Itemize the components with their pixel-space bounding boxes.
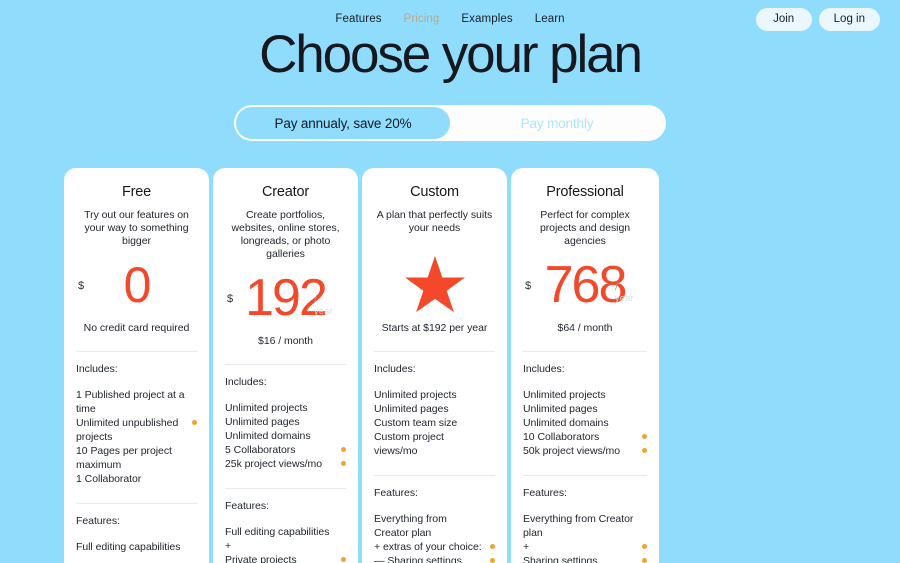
pricing-card-professional[interactable]: Professional Perfect for complex projects… — [511, 168, 659, 563]
price-amount: 0 — [123, 257, 152, 313]
plan-price: $192/year — [225, 267, 346, 329]
includes-label: Includes: — [374, 363, 416, 375]
plan-description: A plan that perfectly suits your needs — [376, 209, 493, 234]
includes-item: Unlimited projects — [374, 389, 457, 401]
plan-name: Free — [121, 184, 151, 200]
features-divider — [76, 503, 197, 504]
card-divider — [374, 351, 495, 352]
page-title: Choose your plan — [259, 25, 643, 84]
highlight-dot-icon — [341, 447, 346, 452]
toggle-option-annual[interactable]: Pay annualy, save 20% — [236, 107, 450, 139]
price-currency: $ — [227, 293, 234, 305]
plan-name: Professional — [546, 184, 624, 200]
features-item: + — [523, 540, 647, 554]
star-icon — [374, 254, 495, 316]
features-list: Everything from Creator plan + Sharing set… — [523, 512, 647, 563]
pricing-card-custom[interactable]: Custom A plan that perfectly suits your n… — [362, 168, 507, 563]
highlight-dot-icon — [192, 420, 197, 425]
plan-sub-price: Starts at $192 per year — [381, 322, 488, 334]
features-list: Everything from Creator plan + extras of … — [374, 512, 495, 563]
price-period-unit: year — [615, 293, 635, 303]
includes-list: 1 Published project at a time Unlimited u… — [76, 388, 197, 486]
plan-description: Try out our features on your way to some… — [84, 209, 189, 247]
features-divider — [225, 488, 346, 489]
plan-name: Custom — [410, 184, 459, 200]
price-period: / year — [615, 282, 641, 304]
features-list: Full editing capabilities + Private projec… — [225, 525, 346, 563]
highlight-dot-icon — [642, 544, 647, 549]
plan-price: $0 — [76, 254, 197, 316]
features-item: Private projects — [225, 553, 346, 563]
includes-label: Includes: — [523, 363, 565, 375]
features-label: Features: — [374, 487, 418, 499]
features-label: Features: — [225, 500, 269, 512]
pricing-card-free[interactable]: Free Try out our features on your way to … — [64, 168, 209, 563]
includes-item: 1 Collaborator — [76, 473, 142, 485]
includes-item: Unlimited pages — [523, 403, 598, 415]
plan-description: Perfect for complex projects and design … — [539, 209, 631, 247]
includes-item: 50k project views/mo — [523, 444, 647, 458]
features-item: Full editing capabilities — [76, 541, 181, 553]
includes-item: 1 Published project at a time — [76, 389, 185, 415]
features-item: Sharing settings — [523, 554, 647, 563]
includes-item: 10 Collaborators — [523, 430, 647, 444]
highlight-dot-icon — [490, 558, 495, 563]
features-label: Features: — [523, 487, 567, 499]
highlight-dot-icon — [341, 461, 346, 466]
card-divider — [225, 364, 346, 365]
includes-item: Unlimited pages — [225, 416, 300, 428]
pricing-card-creator[interactable]: Creator Create portfolios, websites, onli… — [213, 168, 358, 563]
includes-item: Unlimited unpublished projects — [76, 416, 197, 444]
features-item: Full editing capabilities — [225, 526, 330, 538]
plan-price: $768/year — [523, 254, 647, 316]
price-period-unit: year — [314, 306, 334, 316]
plan-sub-price: $64 / month — [557, 322, 613, 334]
features-divider — [374, 475, 495, 476]
plan-sub-price: No credit card required — [83, 322, 190, 334]
includes-item: Custom project views/mo — [374, 431, 444, 457]
includes-item: Unlimited pages — [374, 403, 449, 415]
includes-list: Unlimited projects Unlimited pages Unlimit… — [523, 388, 647, 458]
includes-label: Includes: — [76, 363, 118, 375]
features-item: — Sharing settings — [374, 554, 495, 563]
price-period: / year — [314, 295, 340, 317]
billing-period-toggle[interactable]: Pay annualy, save 20% Pay monthly — [234, 105, 666, 141]
plan-sub-price: $16 / month — [258, 335, 313, 347]
highlight-dot-icon — [642, 434, 647, 439]
features-item: Everything from Creator plan — [523, 513, 634, 539]
includes-label: Includes: — [225, 376, 267, 388]
highlight-dot-icon — [642, 558, 647, 563]
includes-list: Unlimited projects Unlimited pages Custom … — [374, 388, 495, 458]
features-list: Full editing capabilities — [76, 540, 197, 554]
includes-item: 25k project views/mo — [225, 457, 346, 471]
features-label: Features: — [76, 515, 120, 527]
includes-item: Custom team size — [374, 417, 458, 429]
highlight-dot-icon — [341, 557, 346, 562]
includes-item: Unlimited projects — [523, 389, 606, 401]
plan-description: Create portfolios, websites, online stor… — [231, 209, 340, 260]
toggle-option-monthly[interactable]: Pay monthly — [450, 107, 664, 139]
pricing-card-list: Free Try out our features on your way to … — [64, 168, 854, 563]
card-divider — [76, 351, 197, 352]
features-divider — [523, 475, 647, 476]
price-amount: 768 — [544, 256, 628, 314]
price-currency: $ — [78, 280, 85, 292]
includes-item: Unlimited domains — [225, 430, 311, 442]
highlight-dot-icon — [642, 448, 647, 453]
price-currency: $ — [525, 280, 532, 292]
includes-item: 5 Collaborators — [225, 443, 346, 457]
includes-item: Unlimited domains — [523, 417, 609, 429]
features-item: Everything from Creator plan — [374, 513, 447, 539]
highlight-dot-icon — [490, 544, 495, 549]
features-item: + extras of your choice: — [374, 540, 495, 554]
includes-item: 10 Pages per project maximum — [76, 445, 172, 471]
includes-item: Unlimited projects — [225, 402, 308, 414]
features-item: + — [225, 540, 232, 552]
card-divider — [523, 351, 647, 352]
includes-list: Unlimited projects Unlimited pages Unlimit… — [225, 401, 346, 471]
plan-name: Creator — [262, 184, 309, 200]
